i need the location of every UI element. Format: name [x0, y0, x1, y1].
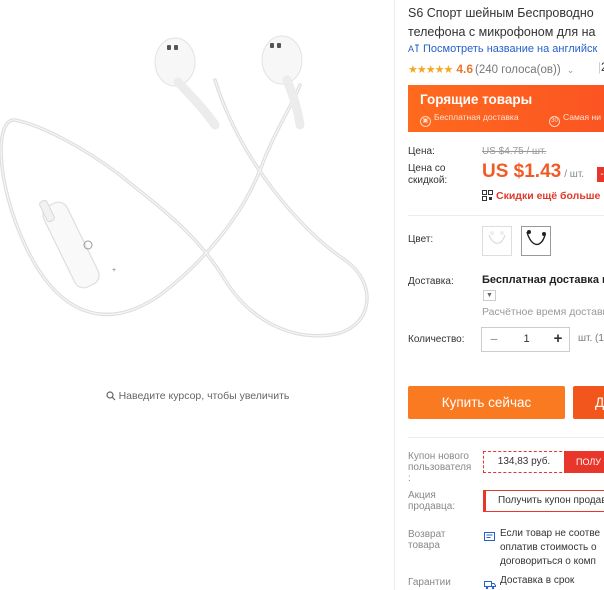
product-image[interactable]: +	[0, 0, 395, 370]
return-label-line: Возврат	[408, 529, 446, 540]
rating-row: ★★★★★4.6(240 голоса(ов)) ⌄ | 2	[408, 62, 604, 76]
divider	[408, 437, 604, 438]
get-coupon-button[interactable]: ПОЛУ	[564, 451, 604, 473]
add-to-cart-button[interactable]: Д	[573, 386, 604, 419]
new-user-coupon-label: Купон нового пользователя :	[408, 451, 471, 484]
column-divider	[394, 0, 395, 590]
coupon-label-line: пользователя	[408, 462, 472, 473]
price-unit: / шт.	[564, 169, 585, 180]
zoom-hint: Наведите курсор, чтобы увеличить	[0, 390, 395, 402]
zoom-hint-text: Наведите курсор, чтобы увеличить	[118, 390, 290, 402]
rating-value: 4.6	[456, 62, 473, 76]
svg-text:A: A	[408, 44, 414, 54]
guarantee-value: Доставка в срок	[500, 575, 575, 586]
discount-price-label-line: скидкой:	[408, 175, 448, 186]
product-title-line: S6 Спорт шейным Беспроводно	[408, 6, 594, 20]
shipping-icon: ▣	[420, 116, 431, 127]
chevron-down-icon[interactable]: ▼	[483, 290, 496, 301]
return-policy-icon	[484, 529, 495, 547]
current-price-value: US $1.43	[482, 161, 562, 182]
seller-coupon-button[interactable]: Получить купон продавца	[483, 490, 604, 512]
star-icon: ★★★★★	[408, 64, 453, 76]
quantity-label: Количество:	[408, 334, 465, 345]
earbud-right	[261, 35, 305, 130]
translate-link[interactable]: A Посмотреть название на английск	[408, 43, 604, 55]
translate-link-text[interactable]: Посмотреть название на английск	[423, 43, 597, 55]
color-swatch-black[interactable]	[521, 226, 551, 256]
seller-promo-label: Акция продавца:	[408, 490, 455, 512]
product-title-line: телефона с микрофоном для на	[408, 25, 596, 39]
quantity-input[interactable]: 1	[506, 328, 547, 351]
return-label-line: товара	[408, 540, 440, 551]
return-policy-line: Если товар не соотве	[500, 528, 601, 539]
more-discounts-text[interactable]: Скидки ещё больше в	[496, 190, 604, 202]
seller-label-line: Акция	[408, 490, 436, 501]
color-swatch-white[interactable]	[482, 226, 512, 256]
days-icon: 30	[549, 116, 560, 127]
rating-count[interactable]: (240 голоса(ов))	[475, 64, 561, 76]
promo-badge-label: Бесплатная доставка	[434, 112, 519, 122]
quantity-unit: шт. (1	[578, 333, 604, 344]
return-label: Возврат товара	[408, 529, 446, 551]
new-user-coupon: 134,83 руб. ПОЛУ	[483, 451, 604, 473]
remote-control: +	[39, 199, 116, 289]
increase-quantity-button[interactable]: +	[547, 328, 569, 351]
delivery-label: Доставка:	[408, 276, 454, 287]
divider	[408, 215, 604, 216]
coupon-label-line: Купон нового	[408, 451, 469, 462]
product-title: S6 Спорт шейным Беспроводно телефона с м…	[408, 4, 604, 42]
seller-label-line: продавца:	[408, 501, 456, 512]
promo-badge-free-shipping: ▣ Бесплатная доставка	[420, 112, 519, 127]
current-price: US $1.43/ шт.	[482, 161, 584, 183]
discount-badge: -	[597, 167, 604, 182]
price-label: Цена:	[408, 146, 435, 157]
truck-icon	[484, 577, 496, 590]
promo-badge-label: Самая ни	[563, 112, 601, 122]
coupon-amount: 134,83 руб.	[497, 456, 551, 467]
translate-icon: A	[408, 44, 419, 54]
promo-title: Горящие товары	[420, 92, 533, 107]
guarantee-label: Гарантии	[408, 577, 451, 588]
svg-text:+: +	[112, 267, 116, 274]
promo-badge-lowest-price: 30 Самая ни	[549, 112, 601, 127]
color-label: Цвет:	[408, 234, 434, 245]
discount-price-label-line: Цена со	[408, 163, 446, 174]
quantity-stepper: − 1 +	[481, 327, 570, 352]
return-policy-line: оплатив стоимость о	[500, 542, 597, 553]
return-policy-line: договориться о комп	[500, 556, 596, 567]
buy-now-button[interactable]: Купить сейчас	[408, 386, 565, 419]
coupon-label-line: :	[408, 473, 411, 484]
magnifier-icon	[105, 391, 116, 401]
delivery-value[interactable]: Бесплатная доставка в	[482, 274, 604, 286]
chevron-down-icon[interactable]: ⌄	[567, 65, 575, 75]
promo-banner[interactable]: Горящие товары ▣ Бесплатная доставка 30 Са…	[408, 85, 604, 132]
more-discounts-link[interactable]: Скидки ещё больше в	[482, 190, 604, 202]
decrease-quantity-button[interactable]: −	[482, 328, 506, 351]
qr-code-icon	[482, 190, 493, 201]
original-price: US $4.75 / шт.	[482, 146, 547, 157]
earbud-left	[154, 37, 220, 130]
delivery-time: Расчётное время доставк	[482, 306, 604, 318]
discount-price-label: Цена со скидкой:	[408, 163, 447, 187]
